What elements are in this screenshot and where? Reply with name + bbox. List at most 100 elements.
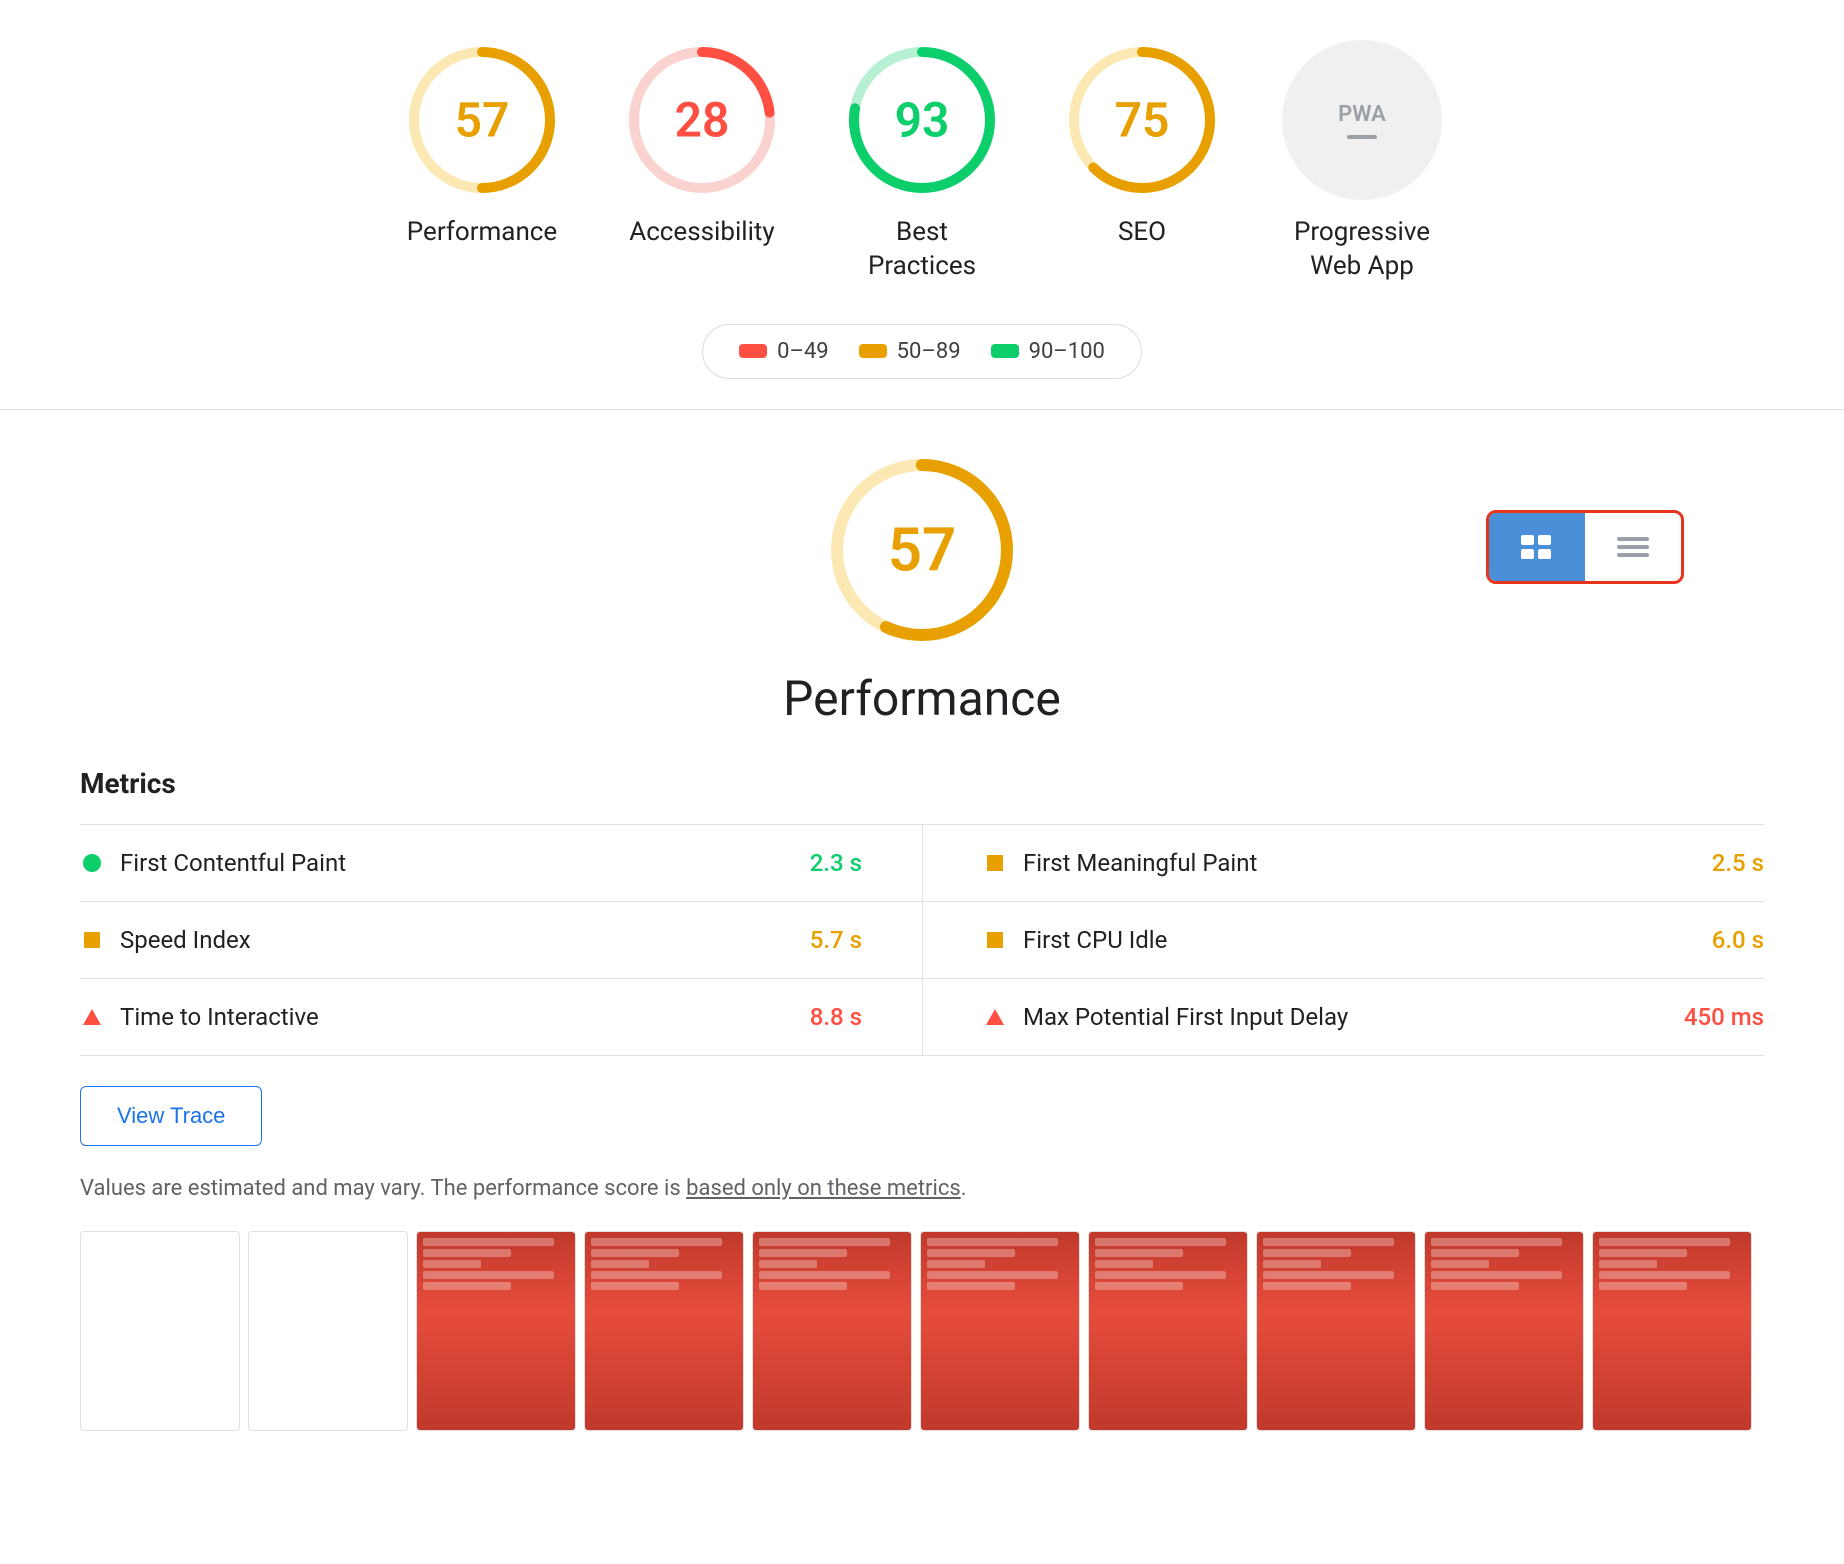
pwa-dash	[1347, 135, 1377, 139]
metric-name-fcp: First Contentful Paint	[120, 849, 794, 877]
filmstrip	[80, 1231, 1764, 1431]
scores-row: 57 Performance 28 Accessibility	[402, 40, 1442, 284]
film-bar	[423, 1238, 554, 1246]
film-content-4	[753, 1232, 911, 1430]
filmstrip-frame-4	[752, 1231, 912, 1431]
view-toggle[interactable]	[1486, 510, 1684, 584]
score-circle-performance: 57	[402, 40, 562, 200]
metric-icon-fmp	[983, 851, 1007, 875]
score-value-performance: 57	[455, 92, 510, 149]
film-bar	[423, 1271, 554, 1279]
film-bar	[591, 1260, 649, 1268]
filmstrip-frame-3	[584, 1231, 744, 1431]
perf-score-wrapper: 57 Performance	[80, 450, 1764, 727]
film-bar	[1431, 1249, 1519, 1257]
film-bar	[1095, 1238, 1226, 1246]
film-bar	[1599, 1271, 1730, 1279]
metric-icon-mpfid	[983, 1005, 1007, 1029]
metric-value-si: 5.7 s	[810, 926, 862, 954]
view-btn-list[interactable]	[1585, 513, 1681, 581]
metric-name-mpfid: Max Potential First Input Delay	[1023, 1003, 1668, 1031]
footnote-text: Values are estimated and may vary. The p…	[80, 1176, 681, 1201]
score-item-best-practices[interactable]: 93 BestPractices	[842, 40, 1002, 284]
perf-title: Performance	[783, 670, 1061, 727]
metric-row-fci: First CPU Idle 6.0 s	[922, 902, 1764, 979]
score-item-accessibility[interactable]: 28 Accessibility	[622, 40, 782, 250]
film-bar	[423, 1249, 511, 1257]
score-value-best-practices: 93	[895, 92, 950, 149]
score-label-accessibility: Accessibility	[629, 216, 775, 250]
film-bar	[1599, 1249, 1687, 1257]
film-bar	[1095, 1282, 1183, 1290]
film-bar	[1263, 1271, 1394, 1279]
metric-name-si: Speed Index	[120, 926, 794, 954]
film-bar	[1431, 1271, 1562, 1279]
grid-icon	[1519, 533, 1555, 561]
film-content-6	[1089, 1232, 1247, 1430]
metric-value-fcp: 2.3 s	[810, 849, 862, 877]
film-bar	[1095, 1271, 1226, 1279]
film-bar	[1263, 1282, 1351, 1290]
metric-icon-si	[80, 928, 104, 952]
metrics-section: Metrics First Contentful Paint 2.3 s Fir…	[80, 767, 1764, 1431]
perf-score-center: 57 Performance	[80, 450, 1764, 727]
score-label-performance: Performance	[407, 216, 557, 250]
legend-bar: 0–49 50–89 90–100	[702, 324, 1142, 379]
footnote: Values are estimated and may vary. The p…	[80, 1176, 1764, 1201]
legend-item-red: 0–49	[739, 339, 829, 364]
film-bar	[1599, 1260, 1657, 1268]
large-score-circle: 57	[822, 450, 1022, 650]
film-content-3	[585, 1232, 743, 1430]
score-item-pwa[interactable]: PWA ProgressiveWeb App	[1282, 40, 1442, 284]
metric-value-tti: 8.8 s	[810, 1003, 862, 1031]
filmstrip-frame-8	[1424, 1231, 1584, 1431]
score-label-pwa: ProgressiveWeb App	[1294, 216, 1430, 284]
film-content-2	[417, 1232, 575, 1430]
score-label-seo: SEO	[1118, 216, 1166, 250]
large-score-value: 57	[888, 514, 957, 585]
film-bar	[1095, 1249, 1183, 1257]
score-circle-accessibility: 28	[622, 40, 782, 200]
metrics-title: Metrics	[80, 767, 1764, 800]
perf-detail-section: 57 Performance	[0, 410, 1844, 1471]
metric-icon-fcp	[80, 851, 104, 875]
scores-section: 57 Performance 28 Accessibility	[0, 0, 1844, 409]
score-item-seo[interactable]: 75 SEO	[1062, 40, 1222, 250]
metric-value-mpfid: 450 ms	[1684, 1003, 1764, 1031]
legend-label-red: 0–49	[777, 339, 829, 364]
metric-row-tti: Time to Interactive 8.8 s	[80, 979, 922, 1056]
metrics-grid: First Contentful Paint 2.3 s First Meani…	[80, 824, 1764, 1056]
legend-dot-red	[739, 344, 767, 358]
score-label-best-practices: BestPractices	[868, 216, 976, 284]
film-bar	[1263, 1260, 1321, 1268]
film-bar	[1263, 1249, 1351, 1257]
metric-name-fmp: First Meaningful Paint	[1023, 849, 1696, 877]
film-bar	[1431, 1282, 1519, 1290]
film-bar	[591, 1238, 722, 1246]
film-bar	[927, 1271, 1058, 1279]
view-trace-button[interactable]: View Trace	[80, 1086, 262, 1146]
metric-value-fmp: 2.5 s	[1712, 849, 1764, 877]
metric-row-fcp: First Contentful Paint 2.3 s	[80, 825, 922, 902]
score-item-performance[interactable]: 57 Performance	[402, 40, 562, 250]
footnote-end: .	[961, 1176, 967, 1201]
score-circle-best-practices: 93	[842, 40, 1002, 200]
footnote-link[interactable]: based only on these metrics	[686, 1176, 961, 1201]
filmstrip-frame-0	[80, 1231, 240, 1431]
filmstrip-frame-2	[416, 1231, 576, 1431]
film-bar	[927, 1282, 1015, 1290]
filmstrip-frame-9	[1592, 1231, 1752, 1431]
film-bar	[1263, 1238, 1394, 1246]
film-bar	[759, 1238, 890, 1246]
film-content-9	[1593, 1232, 1751, 1430]
score-circle-seo: 75	[1062, 40, 1222, 200]
film-bar	[423, 1282, 511, 1290]
view-btn-grid[interactable]	[1489, 513, 1585, 581]
metric-row-fmp: First Meaningful Paint 2.5 s	[922, 825, 1764, 902]
score-value-seo: 75	[1115, 92, 1170, 149]
legend-dot-green	[991, 344, 1019, 358]
filmstrip-frame-5	[920, 1231, 1080, 1431]
film-bar	[423, 1260, 481, 1268]
film-bar	[1599, 1238, 1730, 1246]
film-bar	[1431, 1260, 1489, 1268]
